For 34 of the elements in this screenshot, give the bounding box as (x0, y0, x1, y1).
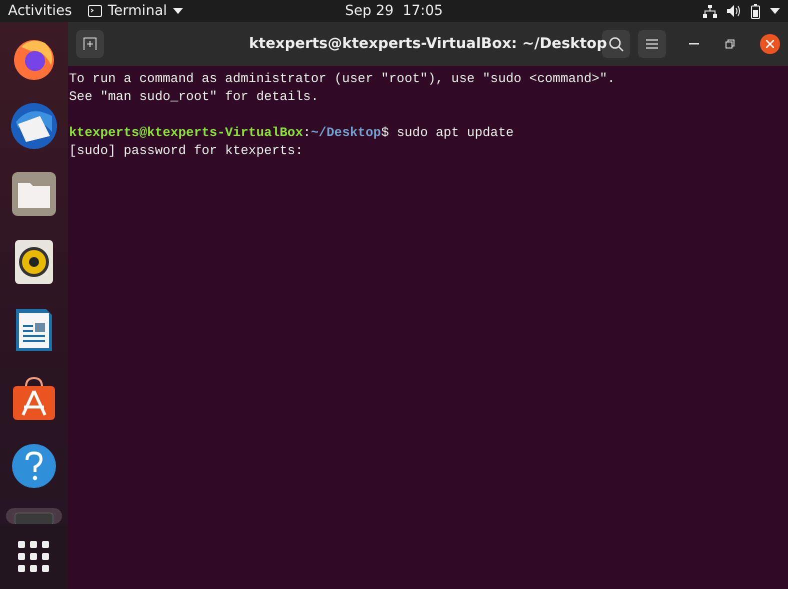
search-icon (608, 36, 624, 52)
caret-icon[interactable] (770, 8, 780, 14)
menu-button[interactable] (638, 30, 666, 58)
close-icon (766, 40, 774, 48)
window-title: ktexperts@ktexperts-VirtualBox: ~/Desktop (249, 36, 607, 52)
mail-icon[interactable] (10, 102, 58, 150)
app-menu[interactable]: Terminal (80, 3, 192, 19)
new-tab-icon (83, 37, 97, 51)
output-line: To run a command as administrator (user "root"), use "sudo <command>". (69, 71, 616, 86)
prompt-user-host: ktexperts@ktexperts-VirtualBox (69, 125, 304, 140)
app-grid-icon[interactable] (18, 541, 50, 573)
prompt-separator: : (303, 125, 311, 140)
folder-icon[interactable] (11, 171, 57, 217)
close-button[interactable] (760, 34, 780, 54)
output-line: See "man sudo_root" for details. (69, 89, 319, 104)
network-icon[interactable] (703, 4, 717, 18)
clock[interactable]: Sep 29 17:05 (345, 3, 443, 19)
caret-icon (173, 8, 184, 14)
volume-icon[interactable] (727, 5, 741, 17)
help-icon[interactable] (11, 443, 57, 489)
activities-button[interactable]: Activities (0, 3, 80, 19)
battery-icon[interactable] (751, 4, 760, 18)
terminal-output[interactable]: To run a command as administrator (user "root"), use "sudo <command>". See "man sudo_root" for details. ktexperts@ktexperts-VirtualBox:~/Desktop$ sudo apt update [sudo] password for ktexperts: (68, 66, 788, 589)
speaker-icon[interactable] (14, 239, 54, 285)
prompt-symbol: $ (381, 125, 389, 140)
output-line: [sudo] password for ktexperts: (69, 143, 304, 158)
minimize-icon (689, 43, 699, 45)
restore-icon (725, 39, 735, 49)
menu-icon (645, 38, 659, 50)
shopping-bag-icon[interactable] (11, 375, 57, 421)
document-icon[interactable] (14, 307, 54, 353)
prompt-path: ~/Desktop (310, 125, 382, 140)
new-tab-button[interactable] (76, 30, 104, 58)
command-text: sudo apt update (396, 125, 514, 140)
